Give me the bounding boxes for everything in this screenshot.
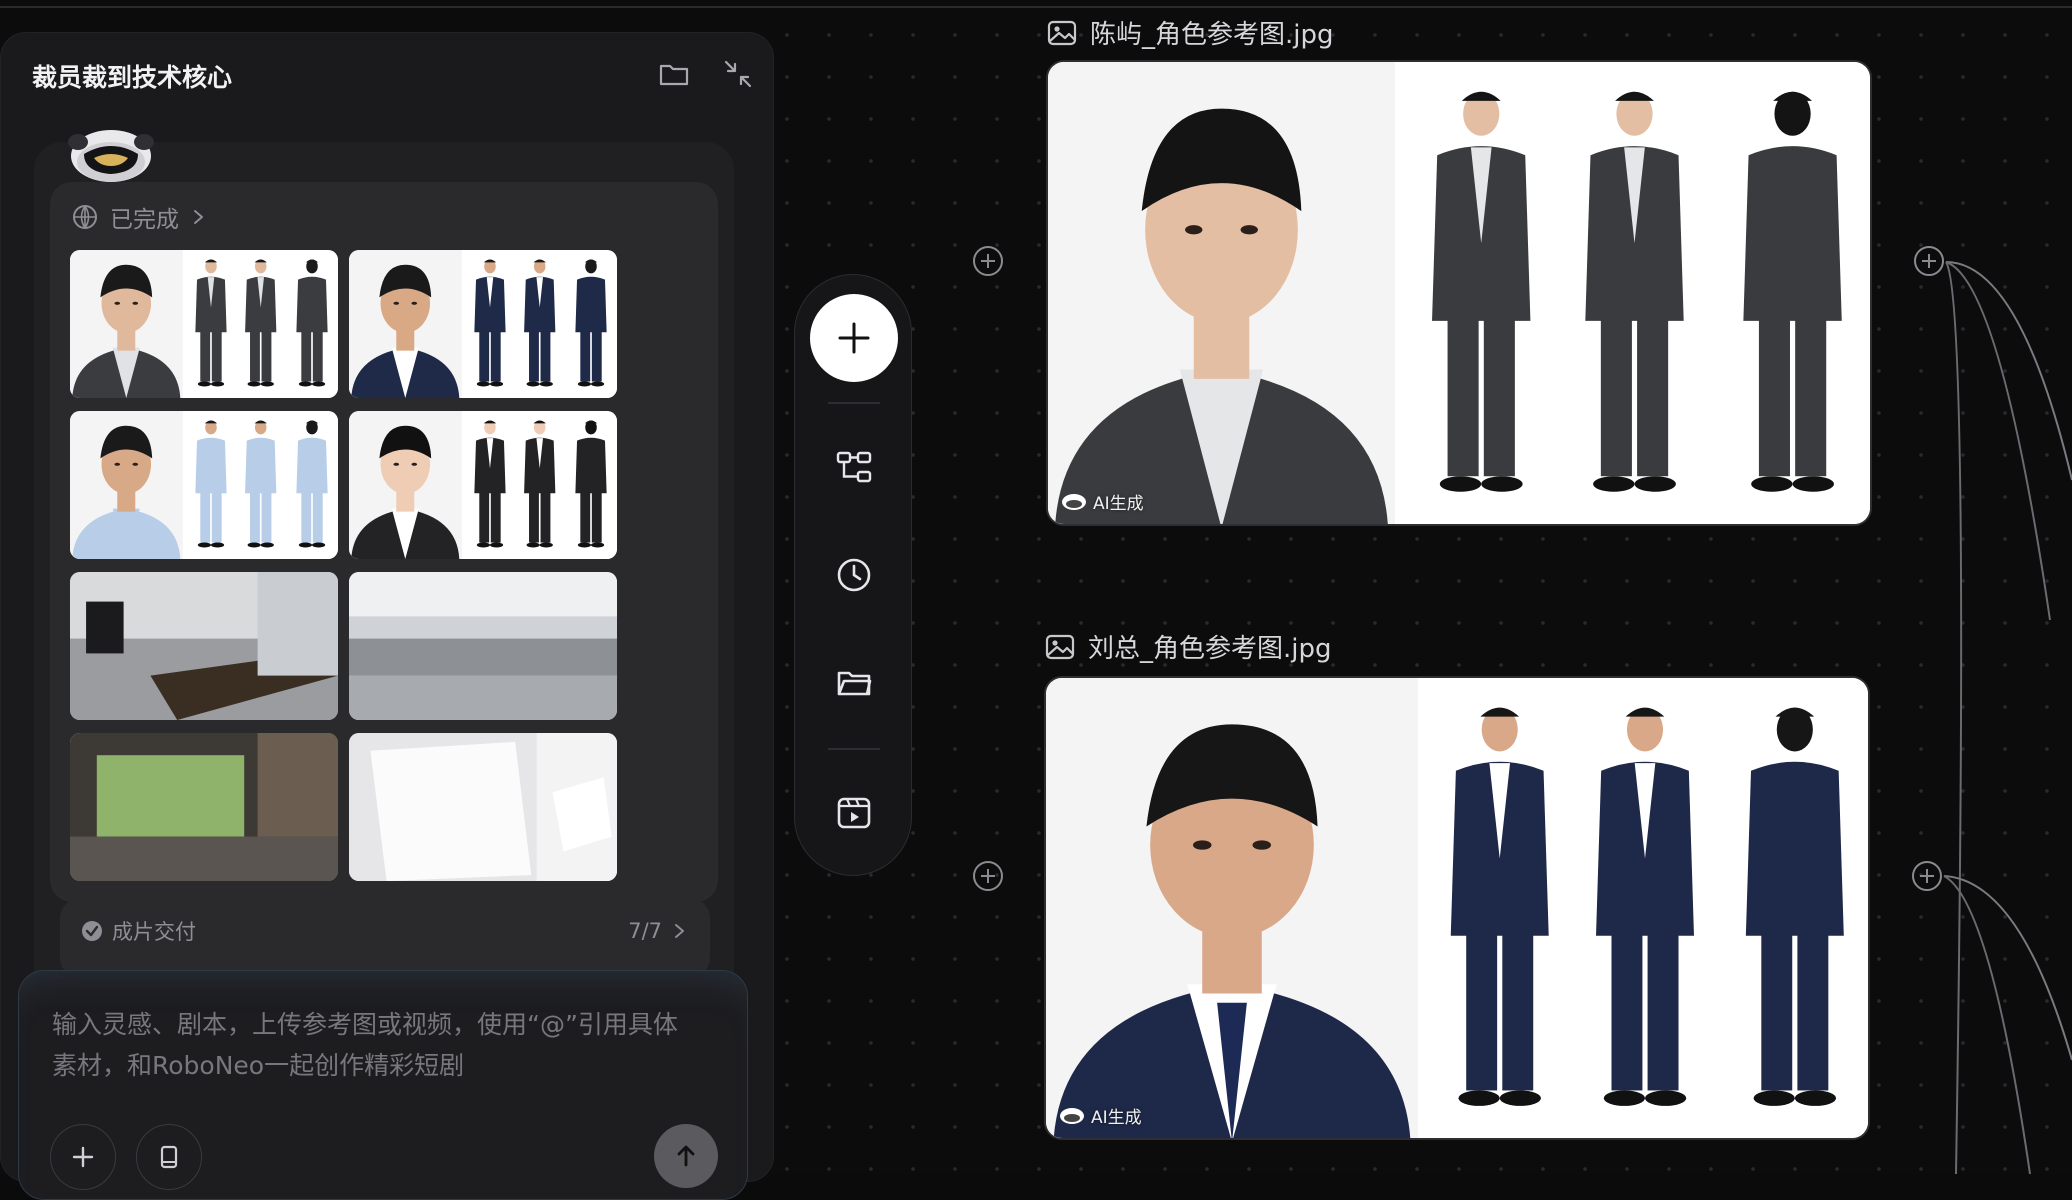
prompt-placeholder-line: 输入灵感、剧本，上传参考图或视频，使用“@”引用具体 bbox=[52, 1010, 678, 1039]
node-title[interactable]: 陈屿_角色参考图.jpg bbox=[1046, 14, 1334, 51]
thumbnail-image[interactable] bbox=[70, 411, 338, 559]
task-status[interactable]: 已完成 bbox=[70, 200, 209, 234]
assets-button[interactable] bbox=[825, 654, 883, 712]
plus-icon bbox=[72, 1146, 94, 1168]
toolbar-divider bbox=[828, 748, 880, 750]
collapse-button[interactable] bbox=[720, 56, 756, 92]
workflow-icon bbox=[836, 451, 872, 483]
logo-icon bbox=[1062, 493, 1086, 510]
folder-icon bbox=[837, 671, 872, 696]
folder-icon bbox=[659, 64, 689, 86]
prompt-input[interactable]: 输入灵感、剧本，上传参考图或视频，使用“@”引用具体 素材，和RoboNeo一起… bbox=[52, 1004, 712, 1086]
ai-badge-label: AI生成 bbox=[1091, 1108, 1142, 1128]
history-button[interactable] bbox=[825, 546, 883, 604]
thumbnail-image[interactable] bbox=[349, 411, 617, 559]
script-button[interactable] bbox=[136, 1124, 202, 1190]
arrow-up-icon bbox=[677, 1145, 695, 1167]
folder-button[interactable] bbox=[656, 56, 692, 92]
node-filename: 陈屿_角色参考图.jpg bbox=[1090, 20, 1334, 50]
connection-wires bbox=[1943, 261, 2072, 1174]
collapse-icon bbox=[724, 60, 752, 88]
add-node-button[interactable] bbox=[810, 294, 898, 382]
video-icon bbox=[837, 797, 871, 829]
prompt-placeholder-line: 素材，和RoboNeo一起创作精彩短剧 bbox=[52, 1051, 465, 1080]
node-title[interactable]: 刘总_角色参考图.jpg bbox=[1044, 628, 1332, 665]
image-icon bbox=[1047, 20, 1077, 45]
thumbnail-image[interactable] bbox=[70, 572, 338, 720]
ai-generated-badge: AI生成 bbox=[1060, 489, 1144, 514]
thumbnail-image[interactable] bbox=[70, 250, 338, 398]
globe-icon bbox=[73, 205, 97, 229]
history-icon bbox=[837, 558, 871, 592]
thumbnail-image[interactable] bbox=[70, 733, 338, 881]
image-icon bbox=[1045, 634, 1075, 659]
book-icon bbox=[160, 1145, 178, 1169]
toolbar-divider bbox=[828, 402, 880, 404]
character-reference-image[interactable]: AI生成 bbox=[1046, 60, 1872, 526]
send-button[interactable] bbox=[654, 1124, 718, 1188]
plus-circle-icon bbox=[973, 861, 1003, 891]
ai-generated-badge: AI生成 bbox=[1058, 1103, 1142, 1128]
top-divider bbox=[0, 6, 2072, 8]
task-status-label: 已完成 bbox=[110, 207, 179, 233]
project-title: 裁员裁到技术核心 bbox=[32, 63, 233, 92]
logo-icon bbox=[1060, 1107, 1084, 1124]
chevron-right-icon bbox=[675, 924, 684, 938]
assistant-avatar bbox=[64, 124, 158, 188]
character-reference-image[interactable]: AI生成 bbox=[1044, 676, 1870, 1140]
thumbnail-image[interactable] bbox=[349, 572, 617, 720]
ai-badge-label: AI生成 bbox=[1093, 494, 1144, 514]
chevron-right-icon bbox=[194, 210, 203, 224]
video-button[interactable] bbox=[825, 784, 883, 842]
thumbnail-image[interactable] bbox=[349, 250, 617, 398]
delivery-row[interactable]: 成片交付 7/7 bbox=[80, 916, 690, 946]
check-circle-icon bbox=[82, 921, 102, 941]
plus-circle-icon bbox=[973, 246, 1003, 276]
delivery-label: 成片交付 bbox=[112, 920, 196, 944]
add-icon bbox=[838, 322, 870, 354]
delivery-count: 7/7 bbox=[628, 919, 662, 943]
workflow-button[interactable] bbox=[825, 438, 883, 496]
attach-button[interactable] bbox=[50, 1124, 116, 1190]
thumbnail-image[interactable] bbox=[349, 733, 617, 881]
node-port-left[interactable] bbox=[971, 244, 1005, 278]
node-filename: 刘总_角色参考图.jpg bbox=[1088, 634, 1332, 664]
node-port-left[interactable] bbox=[971, 859, 1005, 893]
